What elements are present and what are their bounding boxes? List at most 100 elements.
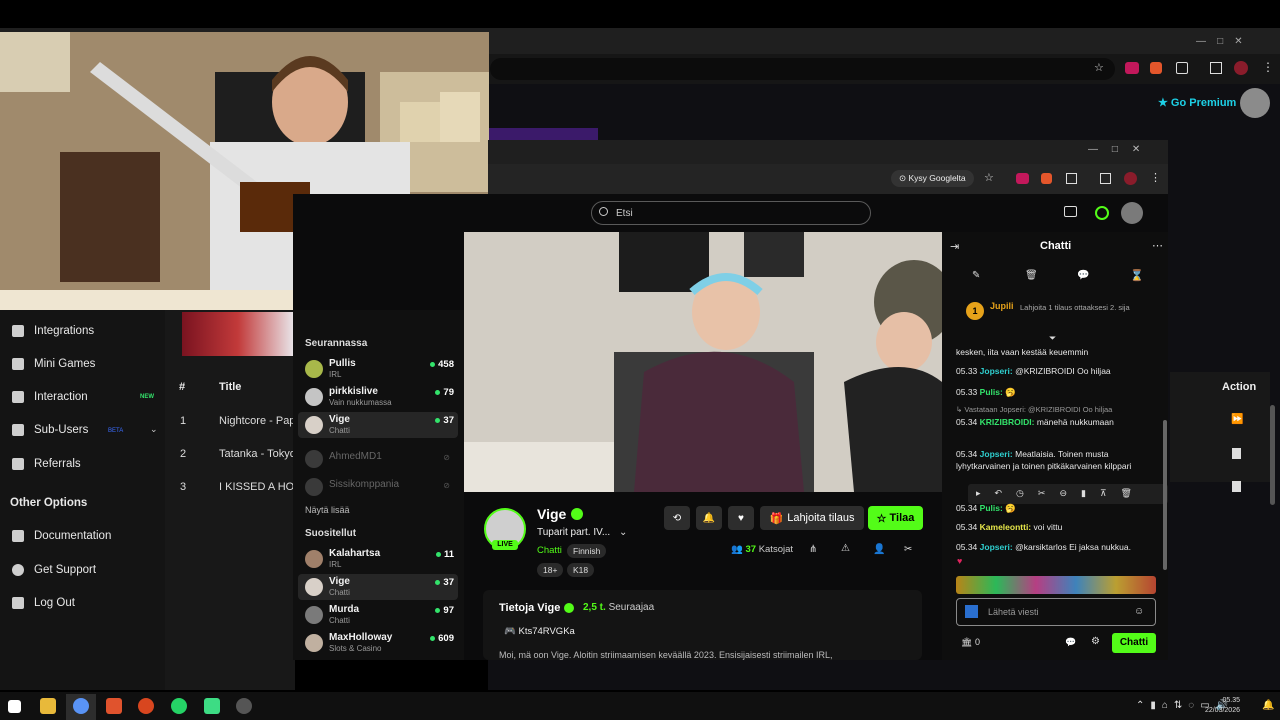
menu-kebab-icon[interactable]: ⋮: [1262, 60, 1274, 74]
chevron-down-icon[interactable]: ⌄: [150, 424, 158, 435]
chat-message-input[interactable]: [956, 598, 1156, 626]
go-premium-link[interactable]: ★ Go Premium: [1158, 96, 1236, 109]
show-more-link[interactable]: Näytä lisää: [305, 505, 350, 515]
follow-heart-button[interactable]: ♥: [728, 506, 754, 530]
file-explorer-icon[interactable]: [40, 698, 56, 714]
sidebar-item-get-support[interactable]: Get Support: [12, 560, 96, 580]
stream-video-player[interactable]: [464, 232, 942, 492]
whatsapp-icon[interactable]: [171, 698, 187, 714]
followed-channel-pirkkislive[interactable]: pirkkislive Vain nukkumassa 79: [298, 384, 458, 410]
outer-window-controls[interactable]: — □ ✕: [1196, 36, 1243, 47]
scrollbar[interactable]: [1270, 405, 1275, 505]
ask-google-button[interactable]: ⊙ Kysy Googlelta: [891, 170, 974, 187]
pin-tool-icon[interactable]: ✎: [972, 270, 980, 281]
recommended-channel-vige[interactable]: Vige Chatti 37: [298, 574, 458, 600]
kick-app-icon[interactable]: [204, 698, 220, 714]
chat-scrollbar[interactable]: [1163, 420, 1167, 570]
chat-bubble-icon[interactable]: 💬: [1077, 270, 1089, 281]
emote-bar[interactable]: [956, 576, 1156, 594]
skip-forward-icon[interactable]: ⏩: [1231, 414, 1243, 425]
expand-pinned-icon[interactable]: ⏷: [1049, 333, 1056, 344]
chat-bubble-icon[interactable]: 💬: [1065, 637, 1076, 648]
tag-18plus[interactable]: 18+: [537, 563, 564, 577]
sidebar-item-log-out[interactable]: Log Out: [12, 593, 75, 613]
go-premium-label: Go Premium: [1170, 97, 1237, 109]
recommended-channel-maxholloway[interactable]: MaxHolloway Slots & Casino 609: [298, 630, 458, 656]
user-badge-icon: [965, 605, 978, 618]
obs-fox-icon[interactable]: [138, 698, 154, 714]
brave-icon[interactable]: [106, 698, 122, 714]
chat-send-button[interactable]: Chatti: [1112, 633, 1156, 653]
chat-title: Chatti: [1040, 240, 1072, 252]
profile-icon[interactable]: [1124, 172, 1137, 185]
share-icon[interactable]: ⋔: [809, 544, 817, 555]
tag-k18[interactable]: K18: [567, 563, 595, 577]
clip-scissors-icon[interactable]: ✂: [904, 544, 912, 555]
obs-icon[interactable]: [236, 698, 252, 714]
extensions-puzzle-icon[interactable]: [1066, 173, 1077, 184]
report-warning-icon[interactable]: ⚠: [841, 543, 850, 554]
followed-channel-sissikomppania[interactable]: Sissikomppania ⊘: [298, 474, 458, 500]
gear-icon[interactable]: ⚙: [1091, 636, 1100, 647]
sidebar-item-sub-users[interactable]: Sub-Users: [12, 420, 88, 440]
sidebar-item-documentation[interactable]: Documentation: [12, 526, 111, 546]
user-add-icon[interactable]: 👤: [873, 544, 885, 555]
streamer-name[interactable]: Vige: [537, 506, 566, 522]
trash-icon[interactable]: [1232, 448, 1241, 459]
mod-action-icons[interactable]: ▸↶◷✂⊖▮⊼🗑: [976, 488, 1146, 499]
ask-google-label: Kysy Googlelta: [908, 173, 966, 183]
sidebar-item-interaction[interactable]: Interaction: [12, 387, 88, 407]
extension-icon[interactable]: [1016, 173, 1029, 184]
tag-finnish[interactable]: Finnish: [567, 544, 607, 558]
channel-name: Vige: [329, 414, 350, 425]
chat-options-icon[interactable]: ⋯: [1152, 239, 1163, 252]
media-icon[interactable]: [1100, 173, 1111, 184]
bookmark-star-icon[interactable]: ☆: [984, 171, 994, 184]
followed-channel-pullis[interactable]: Pullis IRL 458: [298, 356, 458, 382]
system-clock[interactable]: 05.35 22/03/2026: [1204, 696, 1240, 716]
profile-icon[interactable]: [1234, 61, 1248, 75]
notifications-bell-button[interactable]: 🔔: [696, 506, 722, 530]
stream-category[interactable]: Chatti: [537, 545, 562, 556]
gift-sub-button[interactable]: 🎁 Lahjoita tilaus: [760, 506, 864, 530]
recommended-channel-murda[interactable]: Murda Chatti 97: [298, 602, 458, 628]
sidebar-item-label: Integrations: [34, 325, 95, 337]
avatar[interactable]: [1240, 88, 1270, 118]
pinned-username[interactable]: Jupili: [990, 301, 1014, 311]
media-icon[interactable]: [1210, 62, 1222, 74]
kick-logo-icon[interactable]: [1095, 206, 1109, 220]
sidebar-item-integrations[interactable]: Integrations: [12, 321, 94, 341]
extension-icon[interactable]: [1125, 62, 1139, 74]
sidebar-item-mini-games[interactable]: Mini Games: [12, 354, 95, 374]
bookmark-star-icon[interactable]: ☆: [1094, 61, 1104, 74]
notification-bell-icon[interactable]: 🔔: [1262, 700, 1274, 711]
sidebar-item-referrals[interactable]: Referrals: [12, 454, 81, 474]
collapse-chat-icon[interactable]: ⇥: [950, 240, 959, 253]
trash-icon[interactable]: 🗑: [1025, 270, 1038, 281]
channel-points[interactable]: 🏛 0: [961, 637, 980, 648]
windows-taskbar: [0, 692, 1280, 720]
menu-kebab-icon[interactable]: ⋮: [1150, 171, 1161, 184]
search-input[interactable]: Etsi: [591, 201, 871, 225]
start-windows-icon[interactable]: [8, 700, 21, 713]
extension-fox-icon[interactable]: [1150, 62, 1162, 74]
hourglass-icon[interactable]: ⌛: [1130, 269, 1144, 282]
recommended-channel-kalahartsa[interactable]: Kalahartsa IRL 11: [298, 546, 458, 572]
avatar[interactable]: [1121, 202, 1143, 224]
followed-channel-vige[interactable]: Vige Chatti 37: [298, 412, 458, 438]
extension-fox-icon[interactable]: [1041, 173, 1052, 184]
emote-picker-icon[interactable]: ☺: [1134, 606, 1144, 617]
channel-category: IRL: [329, 370, 342, 379]
inner-window-controls[interactable]: — □ ✕: [1088, 144, 1140, 155]
chevron-down-icon[interactable]: ⌄: [619, 527, 627, 538]
share-screen-button[interactable]: ⟲: [664, 506, 690, 530]
outer-address-bar[interactable]: [490, 58, 1115, 80]
subscribe-button[interactable]: ☆ Tilaa: [868, 506, 923, 530]
heart-emote-icon: ♥: [957, 556, 963, 566]
wallet-icon[interactable]: [1064, 206, 1077, 217]
followed-channel-ahmedmd1[interactable]: AhmedMD1 ⊘: [298, 446, 458, 472]
trash-icon[interactable]: [1232, 481, 1241, 492]
extensions-puzzle-icon[interactable]: [1176, 62, 1188, 74]
viewer-count: 97: [435, 605, 454, 616]
discord-link[interactable]: 🎮 Kts74RVGKa: [504, 626, 575, 637]
